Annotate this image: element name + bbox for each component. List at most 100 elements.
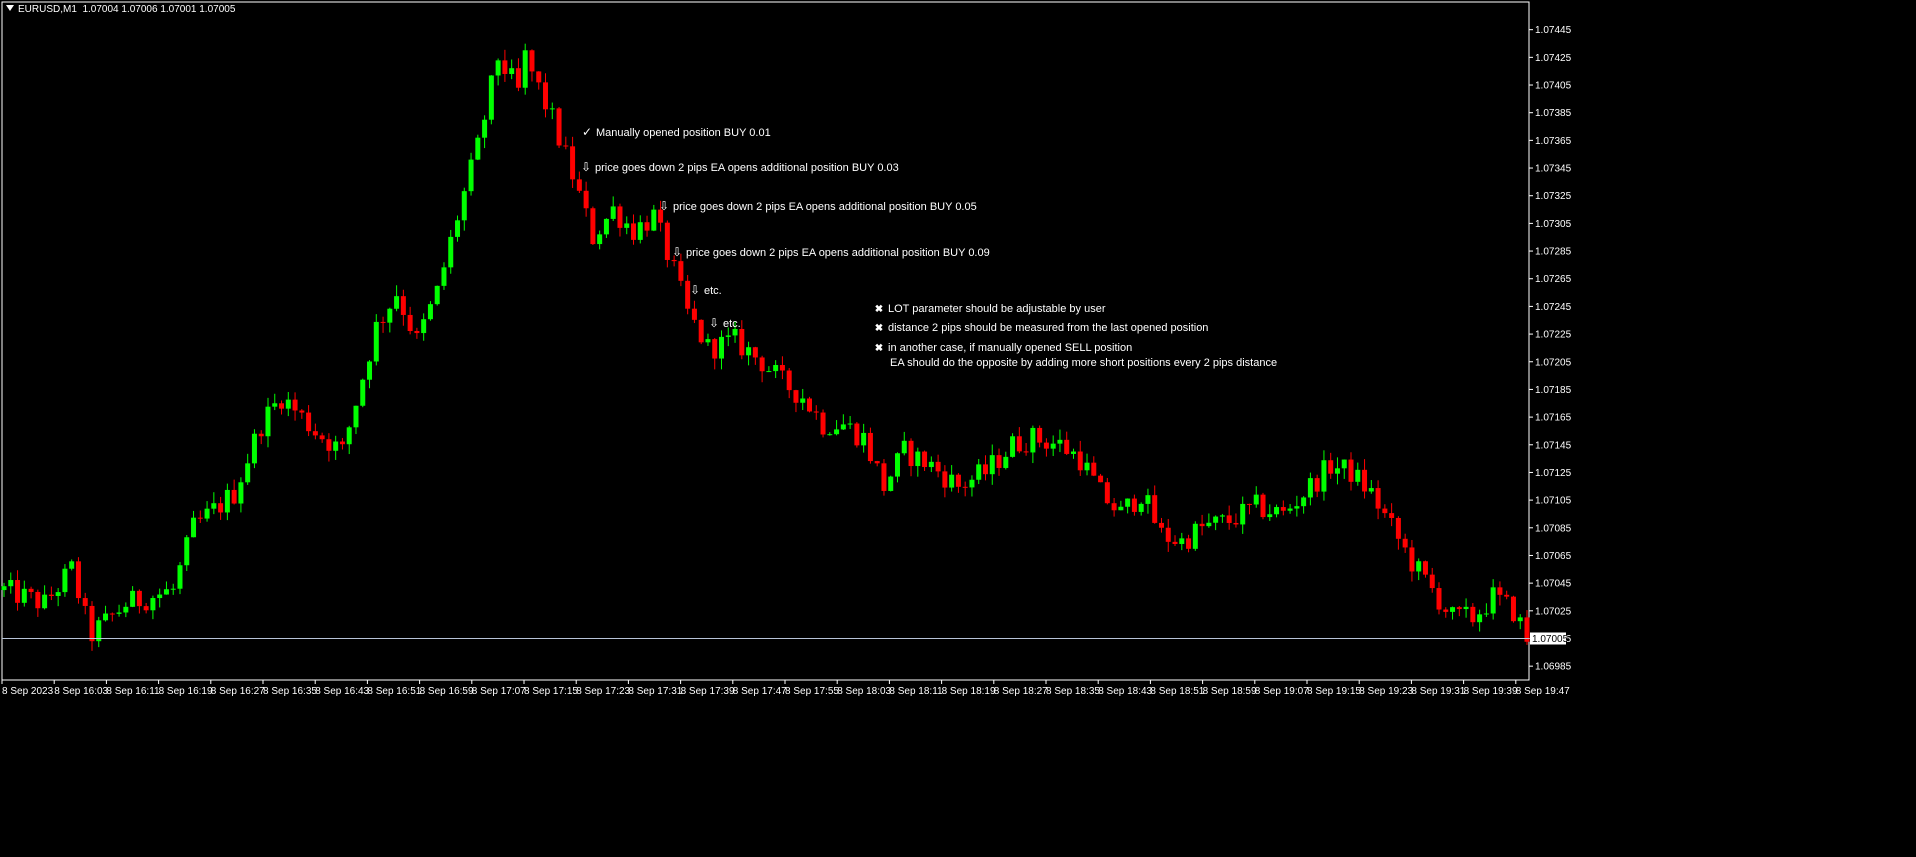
bull-candle bbox=[353, 405, 359, 428]
bull-candle bbox=[1084, 462, 1090, 471]
x-tick-label: 8 Sep 16:19 bbox=[159, 686, 213, 697]
y-tick-label: 1.07045 bbox=[1535, 579, 1572, 590]
bull-candle bbox=[1274, 507, 1280, 515]
x-tick-label: 8 Sep 19:07 bbox=[1255, 686, 1309, 697]
bull-candle bbox=[1138, 503, 1144, 512]
bear-candle bbox=[319, 435, 325, 440]
bear-candle bbox=[414, 330, 420, 334]
x-tick-label: 8 Sep 17:23 bbox=[576, 686, 630, 697]
y-tick-label: 1.07065 bbox=[1535, 551, 1572, 562]
bull-candle bbox=[1010, 436, 1016, 457]
bull-candle bbox=[888, 476, 894, 491]
note: ✖ in another case, if manually opened SEL… bbox=[873, 342, 1132, 354]
bull-candle bbox=[1192, 523, 1198, 549]
bull-candle bbox=[603, 218, 609, 235]
x-tick-label: 8 Sep 18:59 bbox=[1203, 686, 1257, 697]
annotation-text: etc. bbox=[723, 318, 741, 330]
bear-candle bbox=[576, 179, 582, 191]
bull-candle bbox=[1030, 427, 1036, 453]
bear-candle bbox=[1504, 594, 1510, 597]
chart-menu-triangle-icon[interactable] bbox=[6, 5, 14, 11]
bull-candle bbox=[976, 464, 982, 480]
bull-candle bbox=[8, 580, 14, 587]
bull-candle bbox=[116, 612, 122, 614]
bull-candle bbox=[265, 406, 271, 437]
bear-candle bbox=[739, 328, 745, 356]
bull-candle bbox=[482, 119, 488, 138]
bear-candle bbox=[1165, 527, 1171, 542]
bull-candle bbox=[1070, 451, 1076, 454]
bear-candle bbox=[1172, 541, 1178, 544]
bear-candle bbox=[1436, 588, 1442, 610]
annotation: ⇩ price goes down 2 pips EA opens additio… bbox=[580, 160, 899, 174]
x-tick-label: 8 Sep 17:55 bbox=[785, 686, 839, 697]
symbol-label: EURUSD,M1 bbox=[18, 4, 77, 15]
bear-candle bbox=[1037, 427, 1043, 443]
bear-candle bbox=[1104, 482, 1110, 504]
bull-candle bbox=[434, 285, 440, 305]
y-tick-label: 1.07165 bbox=[1535, 413, 1572, 424]
bull-candle bbox=[773, 365, 779, 372]
note-text: LOT parameter should be adjustable by us… bbox=[888, 303, 1106, 315]
bear-candle bbox=[1382, 508, 1388, 514]
x-tick-label: 8 Sep 17:47 bbox=[733, 686, 787, 697]
bear-candle bbox=[1409, 547, 1415, 572]
bear-candle bbox=[1077, 451, 1083, 471]
bull-candle bbox=[651, 209, 657, 231]
bear-candle bbox=[515, 68, 521, 88]
bull-candle bbox=[1240, 503, 1246, 525]
y-tick-label: 1.07265 bbox=[1535, 274, 1572, 285]
bull-candle bbox=[847, 423, 853, 425]
y-tick-label: 1.07305 bbox=[1535, 219, 1572, 230]
bull-candle bbox=[1206, 522, 1212, 527]
bear-candle bbox=[306, 412, 312, 432]
bull-candle bbox=[211, 503, 217, 509]
bull-candle bbox=[1368, 488, 1374, 492]
x-tick-label: 8 Sep 18:35 bbox=[1046, 686, 1100, 697]
x-tick-label: 8 Sep 16:59 bbox=[420, 686, 474, 697]
price-chart[interactable]: 1.07445 1.07425 1.07405 1.07385 1.07365 1.073… bbox=[0, 0, 1916, 857]
down-arrow-icon: ⇩ bbox=[658, 199, 670, 213]
bull-candle bbox=[1355, 469, 1361, 482]
bull-candle bbox=[969, 479, 975, 488]
annotation: ✓ Manually opened position BUY 0.01 bbox=[581, 125, 771, 139]
bull-candle bbox=[1341, 459, 1347, 469]
note: ✖ distance 2 pips should be measured from… bbox=[873, 322, 1209, 334]
x-tick-label: 8 Sep 18:19 bbox=[942, 686, 996, 697]
y-tick-label: 1.07245 bbox=[1535, 302, 1572, 313]
note-text: distance 2 pips should be measured from … bbox=[888, 322, 1209, 334]
bull-candle bbox=[834, 429, 840, 435]
bull-candle bbox=[62, 568, 68, 593]
y-tick-label: 1.07225 bbox=[1535, 330, 1572, 341]
annotation: ⇩ etc. bbox=[708, 316, 741, 330]
bull-candle bbox=[488, 75, 494, 120]
x-tick-label: 8 Sep 16:11 bbox=[106, 686, 160, 697]
bull-candle bbox=[21, 588, 27, 603]
check-icon: ✓ bbox=[581, 125, 593, 139]
bull-candle bbox=[245, 463, 251, 483]
bull-candle bbox=[427, 304, 433, 320]
bull-candle bbox=[1003, 456, 1009, 468]
bear-candle bbox=[563, 145, 569, 147]
bear-candle bbox=[1016, 436, 1022, 452]
bear-candle bbox=[1111, 503, 1117, 511]
bear-candle bbox=[922, 451, 928, 468]
bear-candle bbox=[48, 594, 54, 596]
bull-candle bbox=[333, 441, 339, 451]
bear-candle bbox=[1314, 478, 1320, 492]
bear-candle bbox=[1158, 522, 1164, 528]
bull-candle bbox=[130, 590, 136, 607]
bull-candle bbox=[719, 336, 725, 359]
bear-candle bbox=[1043, 442, 1049, 449]
annotation: ⇩ etc. bbox=[689, 283, 722, 297]
y-tick-label: 1.07145 bbox=[1535, 440, 1572, 451]
bear-candle bbox=[644, 222, 650, 231]
annotation: ⇩ price goes down 2 pips EA opens additio… bbox=[658, 199, 977, 213]
bull-candle bbox=[1179, 538, 1185, 544]
bear-candle bbox=[231, 489, 237, 504]
annotation: ⇩ price goes down 2 pips EA opens additio… bbox=[671, 245, 990, 259]
x-tick-label: 8 Sep 17:39 bbox=[681, 686, 735, 697]
bull-candle bbox=[1, 586, 7, 591]
y-tick-label: 1.07205 bbox=[1535, 357, 1572, 368]
x-tick-label: 8 Sep 17:31 bbox=[628, 686, 682, 697]
